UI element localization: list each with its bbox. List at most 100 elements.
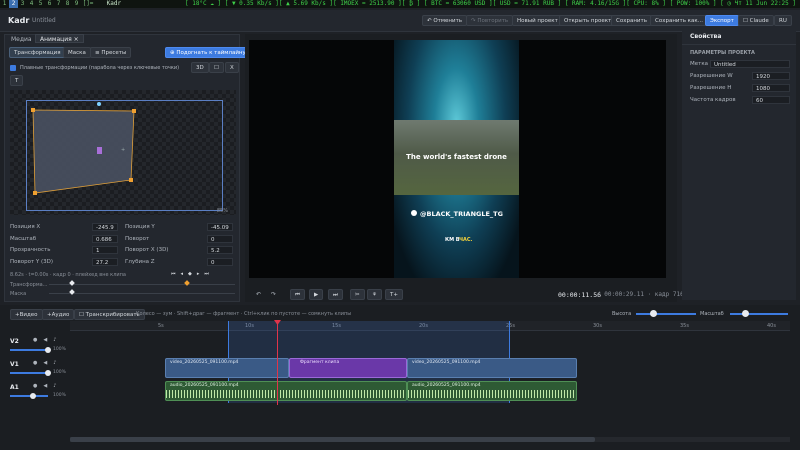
scale-input[interactable]: 0.686: [92, 235, 118, 243]
properties-panel: Свойства ПАРАМЕТРЫ ПРОЕКТА Метка Untitle…: [682, 30, 796, 300]
position-y-input[interactable]: -45.09: [207, 223, 233, 231]
zoom-slider-thumb[interactable]: [742, 310, 749, 317]
smooth-checkbox[interactable]: [10, 65, 16, 71]
undo-button[interactable]: ↶ Отменить: [422, 15, 468, 26]
subtitle-highlight: ЧАС.: [459, 237, 473, 243]
field-label: Разрешение W: [690, 73, 733, 79]
skip-end-button[interactable]: ⏭: [328, 289, 343, 300]
keyframe-controls[interactable]: ⏮◂◆▸⏭: [171, 271, 214, 277]
language-button[interactable]: RU: [774, 15, 792, 26]
opacity-input[interactable]: 1: [92, 246, 118, 254]
track-controls[interactable]: ●◀♪: [33, 337, 62, 343]
claude-button[interactable]: ☐ Claude: [738, 15, 774, 26]
workspace-1[interactable]: 1: [0, 0, 9, 8]
transform-canvas[interactable]: + 85%: [10, 90, 236, 215]
open-project-button[interactable]: Открыть проект: [559, 15, 617, 26]
box-toggle-button[interactable]: ☐: [209, 62, 224, 73]
scrollbar-thumb[interactable]: [70, 437, 595, 442]
corner-handle: [129, 178, 133, 182]
audio-clip[interactable]: audio_20260525_091100.mp4: [407, 381, 577, 401]
save-as-button[interactable]: Сохранить как...: [650, 15, 708, 26]
zoom-slider[interactable]: [730, 313, 788, 315]
prop-label: Позиция Y: [125, 224, 155, 230]
height-slider-thumb[interactable]: [650, 310, 657, 317]
workspace-9[interactable]: 9: [72, 0, 81, 8]
volume-slider[interactable]: [10, 395, 48, 397]
project-name-input[interactable]: Untitled: [710, 60, 790, 68]
subtab-presets[interactable]: ≡ Пресеты: [90, 47, 132, 58]
width-input[interactable]: 1920: [752, 72, 790, 80]
skip-start-button[interactable]: ⏮: [290, 289, 305, 300]
volume-thumb[interactable]: [45, 347, 51, 353]
3d-toggle-button[interactable]: 3D: [191, 62, 209, 73]
ripple-button[interactable]: ⚘: [367, 289, 382, 300]
prop-label: Масштаб: [10, 236, 37, 242]
add-audio-track-button[interactable]: +Аудио: [42, 309, 75, 320]
field-label: Метка: [690, 61, 709, 67]
audio-clip[interactable]: audio_20260525_091100.mp4: [165, 381, 407, 401]
keyframe-row-label: Трансформа...: [10, 282, 48, 288]
telegram-icon: [411, 210, 417, 216]
video-clip[interactable]: video_20260525_091100.mp4: [165, 358, 289, 378]
rewind-icon[interactable]: ↶: [256, 291, 261, 298]
tab-animation[interactable]: Анимация ×: [35, 34, 84, 43]
play-button[interactable]: ▶: [309, 289, 324, 300]
workspace-4[interactable]: 4: [27, 0, 36, 8]
workspace-6[interactable]: 6: [45, 0, 54, 8]
clip-label: audio_20260525_091100.mp4: [170, 383, 239, 388]
height-input[interactable]: 1080: [752, 84, 790, 92]
volume-value: 100%: [53, 393, 66, 398]
svg-text:+: +: [121, 147, 125, 153]
volume-thumb[interactable]: [45, 370, 51, 376]
status-line: [ 18°C ☁ ] [ ▼ 0.35 Kb/s ][ ▲ 5.69 Kb/s …: [184, 0, 796, 7]
text-tool-button[interactable]: T: [10, 75, 24, 86]
save-button[interactable]: Сохранить: [611, 15, 652, 26]
rotate-x-input[interactable]: 5.2: [207, 246, 233, 254]
transcribe-button[interactable]: ☐ Транскрибировать: [74, 309, 145, 320]
workspace-3[interactable]: 3: [18, 0, 27, 8]
add-video-track-button[interactable]: +Видео: [10, 309, 43, 320]
subtab-transform[interactable]: Трансформация: [9, 47, 66, 58]
transform-quad[interactable]: +: [10, 90, 236, 215]
volume-slider[interactable]: [10, 372, 48, 374]
app-header: Kadr Untitled ↶ Отменить ↷ Повторить Нов…: [0, 10, 800, 32]
rotate-handle: [97, 102, 101, 106]
video-clip[interactable]: video_20260525_091100.mp4: [407, 358, 577, 378]
split-button[interactable]: ✂: [350, 289, 365, 300]
track-controls[interactable]: ●◀♪: [33, 383, 62, 389]
export-button[interactable]: Экспорт: [705, 15, 739, 26]
close-icon[interactable]: ×: [74, 36, 79, 43]
reset-x-button[interactable]: X: [225, 62, 239, 73]
text-add-button[interactable]: T+: [385, 289, 403, 300]
forward-icon[interactable]: ↷: [271, 291, 276, 298]
workspace-2[interactable]: 2: [9, 0, 18, 8]
height-slider[interactable]: [636, 313, 696, 315]
section-heading: ПАРАМЕТРЫ ПРОЕКТА: [690, 50, 755, 56]
fragment-clip[interactable]: Фрагмент клипа: [289, 358, 407, 378]
tab-media[interactable]: Медиа: [11, 36, 32, 43]
redo-button[interactable]: ↷ Повторить: [466, 15, 514, 26]
snap-to-timeline-button[interactable]: ⊕ Подогнать к таймлайну: [165, 47, 251, 58]
divider: [682, 44, 796, 45]
depth-z-input[interactable]: 0: [207, 258, 233, 266]
rotation-input[interactable]: 0: [207, 235, 233, 243]
prop-label: Поворот X (3D): [125, 247, 169, 253]
workspace-5[interactable]: 5: [36, 0, 45, 8]
track-controls[interactable]: ●◀♪: [33, 360, 62, 366]
volume-thumb[interactable]: [30, 393, 36, 399]
workspace-8[interactable]: 8: [63, 0, 72, 8]
workspace-7[interactable]: 7: [54, 0, 63, 8]
video-preview[interactable]: The world's fastest drone @BLACK_TRIANGL…: [249, 40, 666, 278]
keyframe-track[interactable]: [49, 293, 235, 294]
position-x-input[interactable]: -245.9: [92, 223, 118, 231]
subtab-mask[interactable]: Маска: [63, 47, 91, 58]
new-project-button[interactable]: Новый проект: [512, 15, 563, 26]
volume-slider[interactable]: [10, 349, 48, 351]
canvas-zoom: 85%: [216, 208, 228, 214]
keyframe-row-label: Маска: [10, 291, 27, 297]
layout-indicator[interactable]: []=: [81, 0, 95, 8]
rotate-y-input[interactable]: 27.2: [92, 258, 118, 266]
keyframe-track[interactable]: [49, 284, 235, 285]
fps-input[interactable]: 60: [752, 96, 790, 104]
playhead[interactable]: [277, 321, 278, 405]
